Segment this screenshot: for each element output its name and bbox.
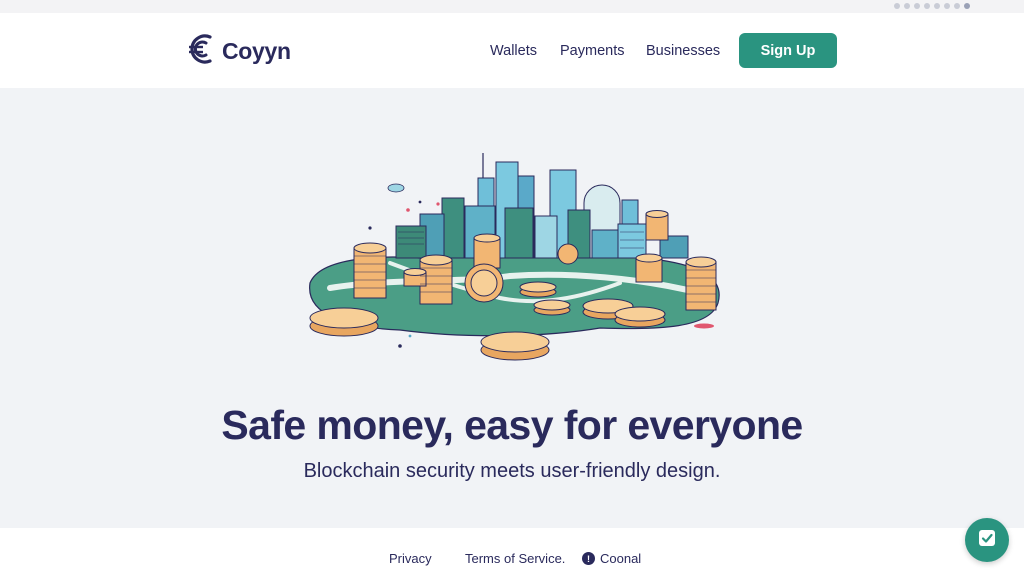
hero-headline: Safe money, easy for everyone [221, 402, 803, 448]
site-header: Coyyn Wallets Payments Businesses Sign U… [0, 13, 1024, 88]
city-coins-illustration [300, 148, 730, 388]
brand-logo-link[interactable]: Coyyn [186, 32, 291, 71]
hero-subheadline: Blockchain security meets user-friendly … [303, 460, 721, 482]
carousel-dot[interactable] [954, 3, 960, 9]
carousel-dots [894, 3, 970, 9]
footer-coonal-label: Coonal [600, 551, 642, 566]
carousel-dot[interactable] [944, 3, 950, 9]
brand-name: Coyyn [222, 38, 291, 64]
top-strip [0, 0, 1024, 13]
coyyn-logo-icon [186, 32, 216, 71]
chat-widget-button[interactable] [965, 518, 1009, 562]
carousel-dot[interactable] [914, 3, 920, 9]
carousel-dot-active[interactable] [964, 3, 970, 9]
signup-button[interactable]: Sign Up [739, 33, 837, 68]
nav-businesses[interactable]: Businesses [646, 43, 720, 59]
footer-terms-link[interactable]: Terms of Service. [465, 551, 565, 566]
carousel-dot[interactable] [924, 3, 930, 9]
info-icon: ! [582, 552, 595, 565]
nav-payments[interactable]: Payments [560, 43, 624, 59]
carousel-dot[interactable] [904, 3, 910, 9]
footer-privacy-link[interactable]: Privacy [389, 551, 432, 566]
hero-section: Safe money, easy for everyone Blockchain… [0, 88, 1024, 528]
site-footer: Privacy Terms of Service. ! Coonal [0, 528, 1024, 574]
carousel-dot[interactable] [894, 3, 900, 9]
chat-check-icon [976, 527, 998, 554]
nav-wallets[interactable]: Wallets [490, 43, 537, 59]
footer-coonal-link[interactable]: ! Coonal [582, 551, 641, 566]
carousel-dot[interactable] [934, 3, 940, 9]
